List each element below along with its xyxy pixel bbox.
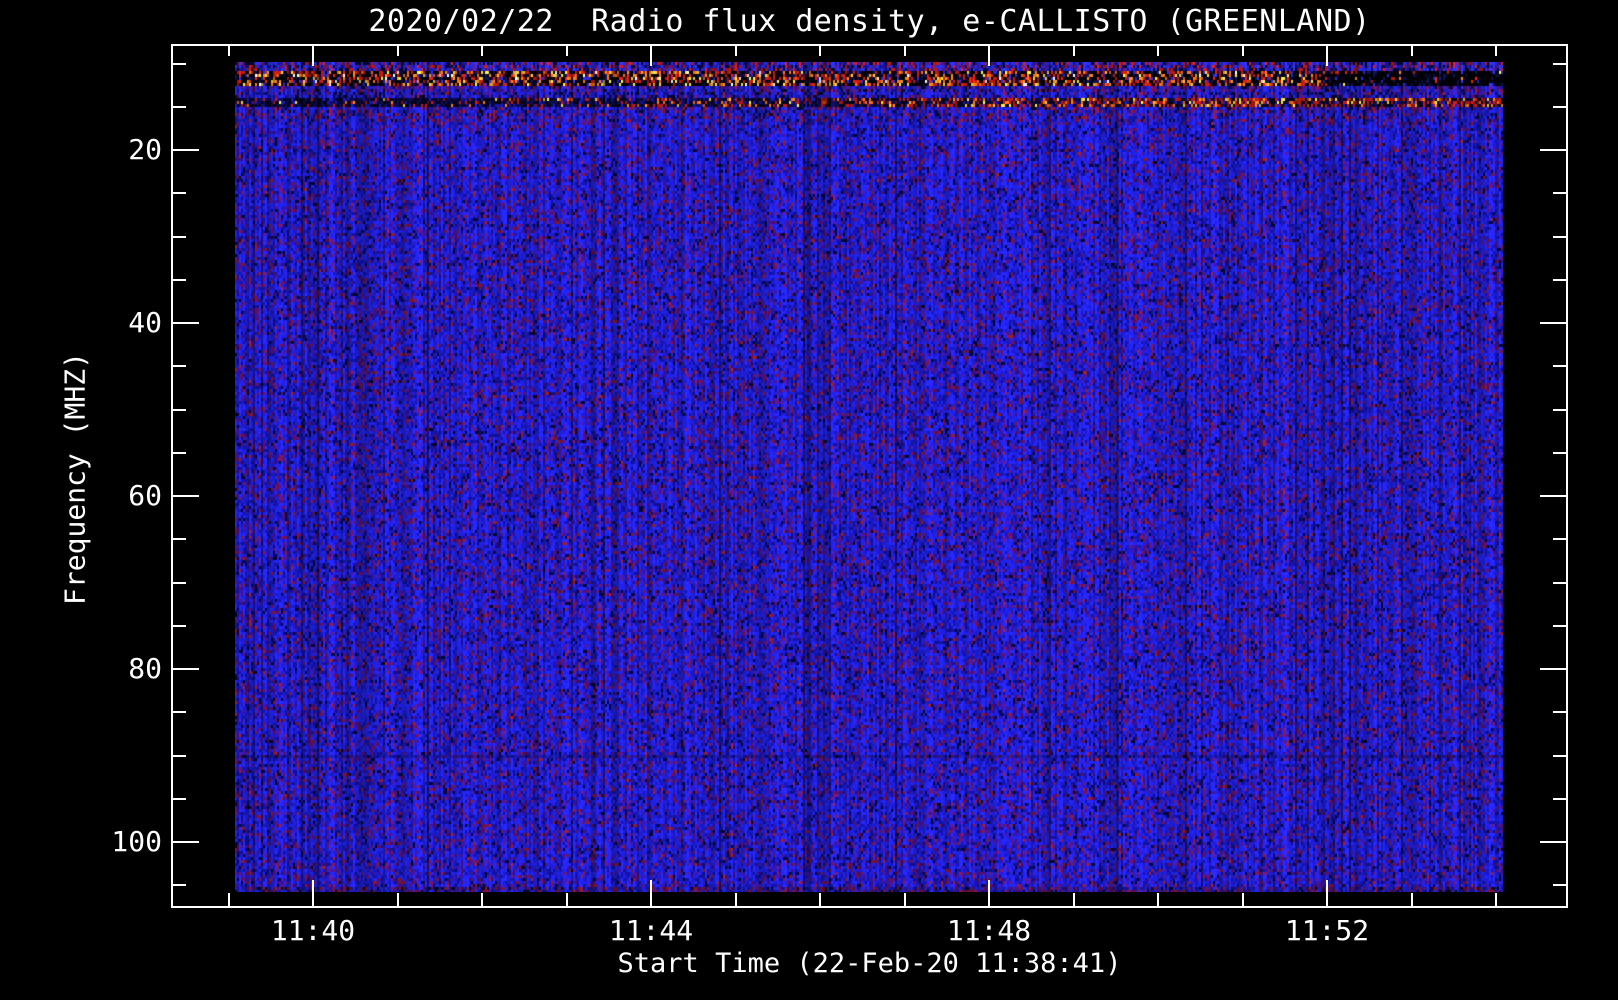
axis-tick	[1553, 798, 1566, 800]
axis-tick	[1553, 711, 1566, 713]
axis-tick	[1242, 46, 1244, 56]
axis-tick	[1553, 884, 1566, 886]
x-tick-label: 11:48	[946, 914, 1032, 947]
axis-tick	[1411, 46, 1413, 56]
axis-tick	[173, 236, 186, 238]
axis-tick	[904, 893, 906, 906]
axis-tick	[1540, 841, 1566, 843]
axis-line-right	[1566, 44, 1568, 908]
axis-tick	[1553, 279, 1566, 281]
axis-tick	[173, 798, 186, 800]
y-axis-label: Frequency (MHZ)	[58, 352, 92, 605]
axis-tick	[1073, 893, 1075, 906]
x-tick-label: 11:52	[1284, 914, 1370, 947]
axis-tick	[1157, 46, 1159, 56]
axis-line-left	[171, 44, 173, 908]
axis-tick	[1411, 893, 1413, 906]
axis-tick	[1553, 106, 1566, 108]
axis-tick	[988, 880, 990, 906]
axis-tick	[1540, 149, 1566, 151]
axis-tick	[173, 841, 199, 843]
axis-tick	[1157, 893, 1159, 906]
axis-tick	[1553, 192, 1566, 194]
axis-tick	[1553, 236, 1566, 238]
axis-tick	[1553, 538, 1566, 540]
axis-tick	[1495, 893, 1497, 906]
axis-tick	[1553, 452, 1566, 454]
y-tick-label: 100	[111, 825, 162, 858]
axis-tick	[173, 106, 186, 108]
x-axis-label: Start Time (22-Feb-20 11:38:41)	[617, 948, 1122, 979]
axis-tick	[173, 452, 186, 454]
axis-tick	[312, 46, 314, 66]
axis-tick	[1553, 63, 1566, 65]
axis-tick	[1553, 365, 1566, 367]
axis-tick	[173, 668, 199, 670]
axis-tick	[1326, 46, 1328, 66]
axis-tick	[173, 884, 186, 886]
axis-tick	[173, 755, 186, 757]
axis-tick	[1242, 893, 1244, 906]
axis-tick	[1553, 582, 1566, 584]
axis-tick	[173, 495, 199, 497]
axis-tick	[173, 322, 199, 324]
axis-tick	[228, 46, 230, 56]
axis-tick	[566, 46, 568, 56]
axis-tick	[1540, 668, 1566, 670]
axis-tick	[988, 46, 990, 66]
axis-tick	[312, 880, 314, 906]
axis-tick	[904, 46, 906, 56]
axis-tick	[819, 46, 821, 56]
plot-title: 2020/02/22 Radio flux density, e-CALLIST…	[368, 4, 1371, 39]
axis-tick	[566, 893, 568, 906]
y-tick-label: 20	[128, 133, 162, 166]
axis-tick	[173, 365, 186, 367]
axis-tick	[1073, 46, 1075, 56]
axis-line-bottom	[171, 906, 1568, 908]
axis-tick	[1553, 409, 1566, 411]
axis-tick	[173, 409, 186, 411]
axis-tick	[173, 63, 186, 65]
axis-tick	[481, 46, 483, 56]
axis-tick	[173, 582, 186, 584]
axis-tick	[1540, 322, 1566, 324]
x-tick-label: 11:44	[608, 914, 694, 947]
axis-tick	[228, 893, 230, 906]
axis-tick	[650, 880, 652, 906]
axis-tick	[397, 46, 399, 56]
axis-tick	[173, 192, 186, 194]
axis-tick	[735, 893, 737, 906]
axis-tick	[1553, 625, 1566, 627]
axis-tick	[173, 538, 186, 540]
axis-tick	[819, 893, 821, 906]
axis-tick	[1326, 880, 1328, 906]
spectrogram-page: 2020/02/22 Radio flux density, e-CALLIST…	[0, 0, 1618, 1000]
x-tick-label: 11:40	[270, 914, 356, 947]
axis-tick	[173, 625, 186, 627]
axis-tick	[1553, 755, 1566, 757]
axis-line-top	[171, 44, 1568, 46]
axis-tick	[1495, 46, 1497, 56]
axis-tick	[173, 149, 199, 151]
axis-tick	[650, 46, 652, 66]
axis-tick	[481, 893, 483, 906]
axis-tick	[173, 711, 186, 713]
axis-tick	[173, 279, 186, 281]
axis-tick	[397, 893, 399, 906]
axis-tick	[735, 46, 737, 56]
axis-tick	[1540, 495, 1566, 497]
spectrogram-image	[235, 62, 1503, 892]
